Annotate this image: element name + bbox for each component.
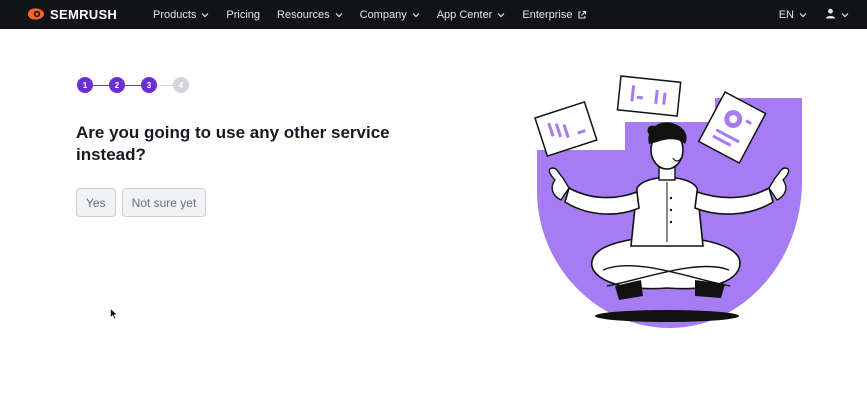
chevron-down-icon xyxy=(412,11,420,19)
step-4: 4 xyxy=(173,77,189,93)
not-sure-yet-button[interactable]: Not sure yet xyxy=(121,188,207,217)
nav-item-pricing[interactable]: Pricing xyxy=(226,9,260,21)
nav-item-label: Pricing xyxy=(226,8,261,21)
step-connector xyxy=(157,84,173,86)
nav-item-label: Company xyxy=(359,8,407,21)
semrush-logo[interactable]: SEMRUSH xyxy=(26,5,117,23)
nav-item-company[interactable]: Company xyxy=(360,9,420,21)
language-label: EN xyxy=(778,8,794,21)
yes-button[interactable]: Yes xyxy=(76,188,116,217)
step-connector xyxy=(125,84,141,86)
external-link-icon xyxy=(577,10,587,20)
main-nav: Products Pricing Resources Company App C… xyxy=(153,0,604,29)
nav-item-label: Enterprise xyxy=(522,8,573,21)
nav-item-label: App Center xyxy=(436,8,493,21)
language-selector[interactable]: EN xyxy=(779,9,807,21)
user-icon xyxy=(825,6,836,24)
chevron-down-icon xyxy=(497,11,505,19)
nav-item-products[interactable]: Products xyxy=(153,9,209,21)
nav-item-resources[interactable]: Resources xyxy=(277,9,343,21)
step-connector xyxy=(93,84,109,86)
account-controls: EN xyxy=(779,0,849,29)
user-menu[interactable] xyxy=(825,6,849,24)
chevron-down-icon xyxy=(841,11,849,19)
illustration-graphic xyxy=(534,75,802,328)
step-3: 3 xyxy=(141,77,157,93)
nav-item-app-center[interactable]: App Center xyxy=(437,9,506,21)
nav-item-label: Resources xyxy=(277,8,330,21)
chevron-down-icon xyxy=(201,11,209,19)
semrush-flame-icon xyxy=(28,8,44,20)
chevron-down-icon xyxy=(799,11,807,19)
nav-item-label: Products xyxy=(153,8,197,21)
top-navigation-bar: SEMRUSH Products Pricing Resources Compa… xyxy=(0,0,867,29)
nav-item-enterprise[interactable]: Enterprise xyxy=(522,9,586,21)
brand-name: SEMRUSH xyxy=(50,6,118,22)
step-1: 1 xyxy=(77,77,93,93)
answer-options: Yes Not sure yet xyxy=(76,188,212,217)
progress-stepper: 1 2 3 4 xyxy=(77,77,189,93)
meditating-person-illustration xyxy=(525,70,815,330)
step-2: 2 xyxy=(109,77,125,93)
survey-question: Are you going to use any other service i… xyxy=(76,123,390,164)
chevron-down-icon xyxy=(335,11,343,19)
mouse-cursor-icon xyxy=(110,307,119,325)
